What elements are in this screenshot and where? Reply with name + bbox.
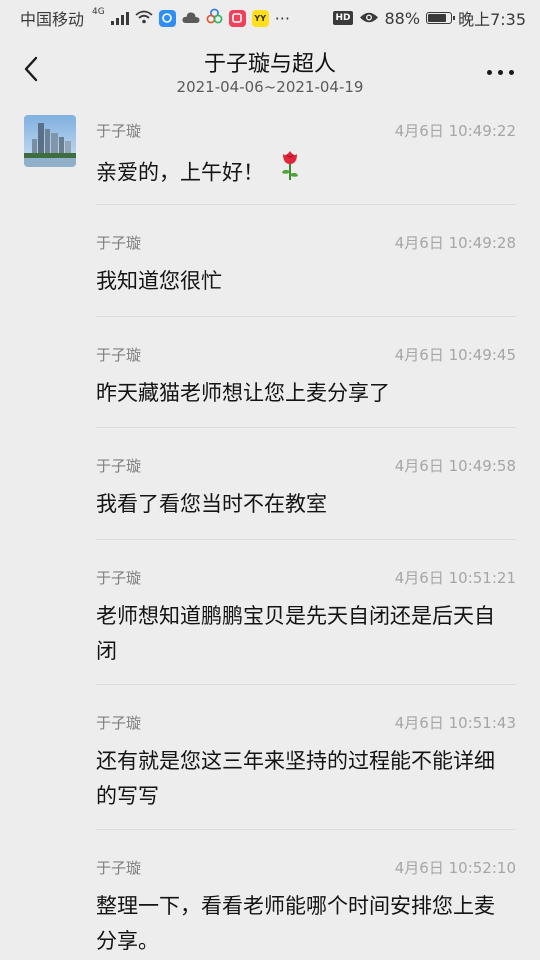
message-text: 还有就是您这三年来坚持的过程能不能详细的写写 [96, 749, 495, 808]
more-options-button[interactable] [480, 60, 520, 84]
more-dots-icon [486, 69, 514, 75]
message-time: 4月6日 10:49:28 [394, 234, 516, 252]
network-type: 4G [92, 7, 105, 17]
message-sender: 于子璇 [96, 346, 142, 364]
message-sender: 于子璇 [96, 457, 142, 475]
message-text: 亲爱的，上午好！ [96, 149, 506, 195]
app-icon-yy: YY [251, 9, 269, 27]
message-item[interactable]: 于子璇 4月6日 10:49:22 亲爱的，上午好！ [96, 120, 516, 190]
message-text: 昨天藏猫老师想让您上麦分享了 [96, 381, 390, 405]
signal-icon [110, 11, 129, 25]
carrier-name: 中国移动 [20, 10, 85, 29]
message-text: 我看了看您当时不在教室 [96, 492, 327, 516]
message-text: 老师想知道鹏鹏宝贝是先天自闭还是后天自闭 [96, 604, 495, 663]
message-item[interactable]: 于子璇 4月6日 10:49:28 我知道您很忙 [96, 232, 516, 302]
divider [96, 204, 516, 205]
app-icon-circles [206, 8, 223, 29]
message-sender: 于子璇 [96, 122, 142, 140]
message-sender: 于子璇 [96, 569, 142, 587]
message-sender: 于子璇 [96, 859, 142, 877]
message-item[interactable]: 于子璇 4月6日 10:52:10 整理一下，看看老师能哪个时间安排您上麦分享。 [96, 857, 516, 960]
divider [96, 684, 516, 685]
status-left: 中国移动 4G YY ··· [20, 6, 290, 30]
app-icon-blue [158, 9, 176, 27]
battery-icon [426, 12, 456, 24]
divider [96, 829, 516, 830]
cloud-icon [182, 9, 200, 28]
message-item[interactable]: 于子璇 4月6日 10:49:58 我看了看您当时不在教室 [96, 455, 516, 525]
status-bar: 中国移动 4G YY ··· HD 88% 晚上7:35 [0, 0, 540, 36]
message-text: 我知道您很忙 [96, 269, 222, 293]
message-time: 4月6日 10:49:22 [394, 122, 516, 140]
battery-percent: 88% [384, 8, 421, 28]
message-item[interactable]: 于子璇 4月6日 10:51:21 老师想知道鹏鹏宝贝是先天自闭还是后天自闭 [96, 567, 516, 672]
status-right: HD 88% 晚上7:35 [333, 6, 526, 30]
divider [96, 316, 516, 317]
message-text: 整理一下，看看老师能哪个时间安排您上麦分享。 [96, 894, 495, 953]
eye-icon [359, 9, 379, 28]
avatar[interactable] [24, 115, 76, 167]
message-time: 4月6日 10:51:43 [394, 714, 516, 732]
page-title: 于子璇与超人 [203, 52, 336, 77]
date-range: 2021-04-06~2021-04-19 [176, 78, 364, 96]
message-sender: 于子璇 [96, 714, 142, 732]
chat-history-list[interactable]: 于子璇 4月6日 10:49:22 亲爱的，上午好！ 于子璇 4月6日 10:4… [0, 104, 540, 960]
message-time: 4月6日 10:49:58 [394, 457, 516, 475]
message-time: 4月6日 10:49:45 [394, 346, 516, 364]
app-icon-red [228, 9, 246, 27]
message-item[interactable]: 于子璇 4月6日 10:49:45 昨天藏猫老师想让您上麦分享了 [96, 344, 516, 414]
message-text-content: 亲爱的，上午好！ [96, 160, 264, 185]
divider [96, 427, 516, 428]
hd-icon: HD [333, 11, 353, 25]
status-time: 晚上7:35 [458, 10, 526, 29]
wifi-icon [135, 9, 153, 28]
message-time: 4月6日 10:51:21 [394, 569, 516, 587]
rose-icon [279, 149, 301, 192]
chat-history-header: 于子璇与超人 2021-04-06~2021-04-19 [0, 36, 540, 104]
message-time: 4月6日 10:52:10 [394, 859, 516, 877]
divider [96, 539, 516, 540]
battery-level-fill [428, 14, 447, 22]
message-sender: 于子璇 [96, 234, 142, 252]
message-item[interactable]: 于子璇 4月6日 10:51:43 还有就是您这三年来坚持的过程能不能详细的写写 [96, 712, 516, 817]
more-notifications-indicator: ··· [274, 8, 290, 28]
